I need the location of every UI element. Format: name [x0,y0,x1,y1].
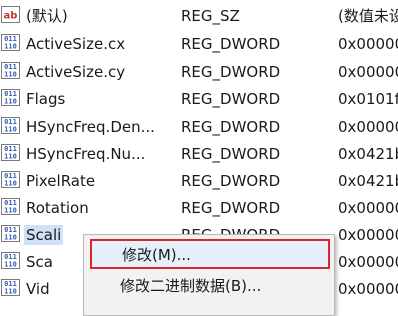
svg-text:110: 110 [4,234,17,242]
value-data: 0x000000 [338,198,398,217]
value-data: 0x0421b [338,171,398,190]
value-name: Vid [26,279,50,298]
value-name: Flags [26,89,66,108]
value-name: Scali [24,224,64,245]
registry-value-row[interactable]: 011 110 ActiveSize.cx REG_DWORD 0x000000 [0,30,398,57]
value-name: PixelRate [26,171,96,190]
menu-item-modify-binary[interactable]: 修改二进制数据(B)... [90,270,330,300]
svg-text:ab: ab [4,11,18,22]
svg-text:110: 110 [4,71,17,79]
registry-value-row[interactable]: 011 110 HSyncFreq.Nu... REG_DWORD 0x0421… [0,140,398,167]
binary-value-icon: 011 110 [1,117,20,134]
value-type: REG_DWORD [181,89,281,108]
value-data: 0x0101f [338,89,398,108]
value-data: 0x000000 [338,225,398,244]
value-name: (默认) [26,7,68,25]
svg-text:110: 110 [4,43,17,51]
value-data: 0x000000 [338,252,398,271]
menu-item-label: 修改二进制数据(B)... [120,276,262,295]
value-data: 0x000000 [338,62,398,81]
value-name: Sca [26,252,53,271]
binary-value-icon: 011 110 [1,225,20,242]
value-data: 0x000000 [338,117,398,136]
value-name: HSyncFreq.Den... [26,117,155,136]
value-type: REG_SZ [181,6,240,25]
svg-text:110: 110 [4,126,17,134]
value-data: 0x0421b [338,144,398,163]
value-type: REG_DWORD [181,144,281,163]
svg-text:110: 110 [4,153,17,161]
value-data: 0x000000 [338,279,398,298]
registry-value-row[interactable]: 011 110 PixelRate REG_DWORD 0x0421b [0,167,398,194]
value-data: (数值未设 [338,7,398,25]
binary-value-icon: 011 110 [1,171,20,188]
value-type: REG_DWORD [181,34,281,53]
registry-value-row[interactable]: 011 110 Flags REG_DWORD 0x0101f [0,85,398,112]
menu-item-modify[interactable]: 修改(M)... [90,239,330,269]
value-data: 0x000000 [338,34,398,53]
binary-value-icon: 011 110 [1,89,20,106]
binary-value-icon: 011 110 [1,252,20,269]
value-type: REG_DWORD [181,198,281,217]
binary-value-icon: 011 110 [1,144,20,161]
value-name: HSyncFreq.Nu... [26,144,146,163]
binary-value-icon: 011 110 [1,198,20,215]
registry-value-row[interactable]: 011 110 ActiveSize.cy REG_DWORD 0x000000 [0,58,398,85]
binary-value-icon: 011 110 [1,34,20,51]
value-type: REG_DWORD [181,117,281,136]
registry-value-row[interactable]: ab (默认) REG_SZ (数值未设 [0,2,398,29]
svg-text:110: 110 [4,207,17,215]
registry-value-row[interactable]: 011 110 HSyncFreq.Den... REG_DWORD 0x000… [0,113,398,140]
value-name: ActiveSize.cy [26,62,126,81]
svg-text:110: 110 [4,261,17,269]
menu-item-label: 修改(M)... [122,245,191,264]
binary-value-icon: 011 110 [1,279,20,296]
string-value-icon: ab [1,6,20,23]
registry-value-row[interactable]: 011 110 Rotation REG_DWORD 0x000000 [0,194,398,221]
svg-text:110: 110 [4,180,17,188]
binary-value-icon: 011 110 [1,62,20,79]
value-type: REG_DWORD [181,171,281,190]
value-type: REG_DWORD [181,62,281,81]
svg-text:110: 110 [4,98,17,106]
value-name: ActiveSize.cx [26,34,126,53]
svg-text:110: 110 [4,288,17,296]
value-name: Rotation [26,198,89,217]
context-menu: 修改(M)... 修改二进制数据(B)... [83,234,335,316]
